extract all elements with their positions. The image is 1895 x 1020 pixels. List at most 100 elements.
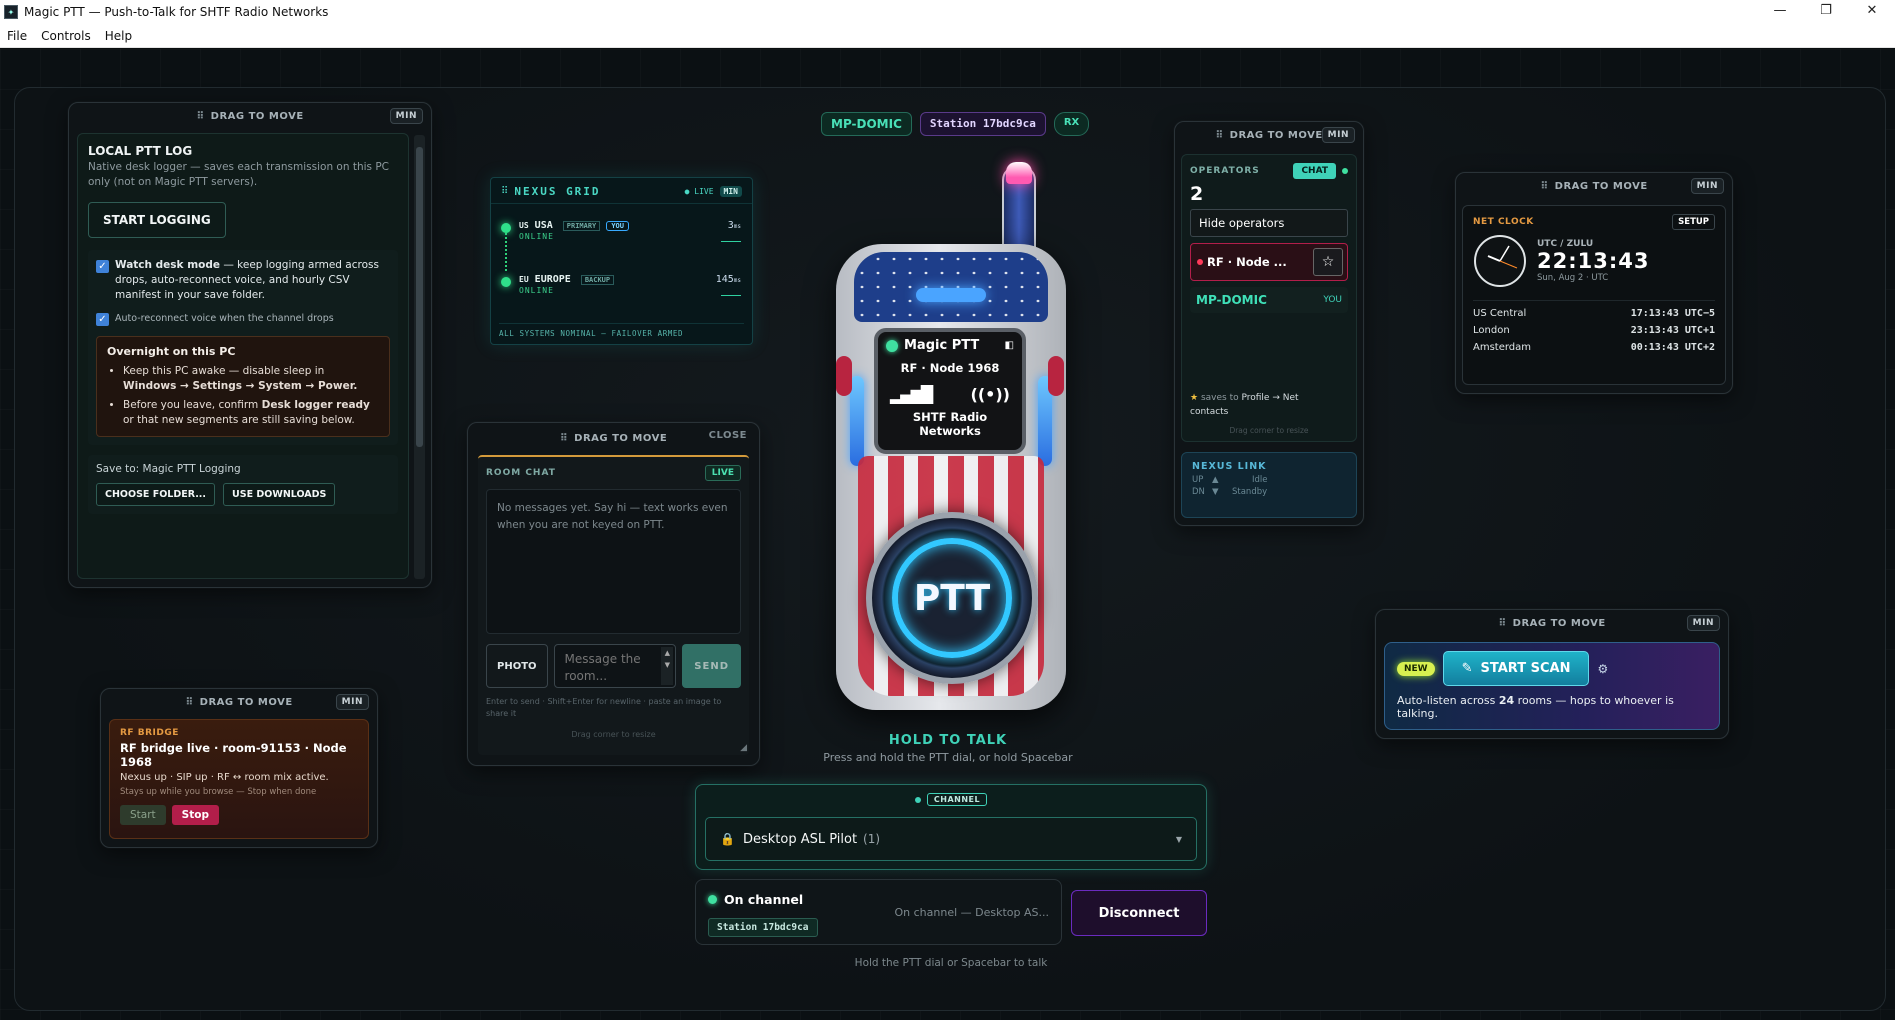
operator-row-rf-node[interactable]: RF · Node ... ☆ — [1190, 243, 1348, 281]
lock-icon: 🔒 — [720, 832, 735, 846]
nexus-min-button[interactable]: MIN — [719, 186, 742, 197]
choose-folder-button[interactable]: CHOOSE FOLDER... — [96, 483, 216, 506]
use-downloads-button[interactable]: USE DOWNLOADS — [223, 483, 336, 506]
rf-bridge-note: Stays up while you browse — Stop when do… — [120, 787, 317, 797]
min-button[interactable]: MIN — [1686, 615, 1720, 631]
radio-screen: Magic PTT ◧ RF · Node 1968 ▂▄▆█ ((•)) SH… — [874, 328, 1026, 454]
minimize-button[interactable]: — — [1757, 0, 1803, 24]
auto-reconnect-row[interactable]: ✓ Auto-reconnect voice when the channel … — [96, 311, 390, 326]
channel-panel: CHANNEL 🔒 Desktop ASL Pilot (1) ▼ — [695, 784, 1207, 870]
window-title: Magic PTT — Push-to-Talk for SHTF Radio … — [24, 5, 329, 19]
star-icon[interactable]: ☆ — [1313, 248, 1343, 276]
scan-settings-gear-icon[interactable]: ⚙ — [1597, 662, 1608, 676]
ptt-dial[interactable]: PTT — [866, 512, 1038, 684]
drag-handle[interactable]: ⠿ DRAG TO MOVE MIN — [101, 689, 377, 715]
broadcast-icon: ((•)) — [970, 385, 1010, 404]
window-titlebar: ✦ Magic PTT — Push-to-Talk for SHTF Radi… — [0, 0, 1895, 24]
scan-description: Auto-listen across 24 rooms — hops to wh… — [1397, 694, 1674, 720]
start-logging-button[interactable]: START LOGGING — [88, 202, 226, 238]
screen-mic-icon: ◧ — [1004, 340, 1014, 351]
chat-messages-area: No messages yet. Say hi — text works eve… — [486, 489, 741, 634]
net-clock-setup-button[interactable]: SETUP — [1672, 214, 1715, 230]
rf-bridge-start-button[interactable]: Start — [120, 805, 166, 825]
drag-handle[interactable]: ⠿ DRAG TO MOVE MIN — [1456, 173, 1732, 199]
close-chat-button[interactable]: CLOSE — [709, 430, 747, 441]
min-button[interactable]: MIN — [1321, 127, 1355, 143]
start-scan-button[interactable]: ✎ START SCAN — [1442, 651, 1590, 686]
net-clock-panel: ⠿ DRAG TO MOVE MIN NET CLOCK SETUP UTC / … — [1455, 172, 1733, 394]
auto-reconnect-label: Auto-reconnect voice when the channel dr… — [115, 313, 334, 324]
grip-icon: ⠿ — [1498, 617, 1507, 629]
scrollbar-thumb[interactable] — [416, 147, 423, 447]
room-chat-body: ROOM CHAT LIVE No messages yet. Say hi —… — [478, 455, 749, 755]
timezone-row: Amsterdam 00:13:43 UTC+2 — [1473, 342, 1715, 353]
grip-icon: ⠿ — [196, 110, 205, 122]
watch-desk-checkbox[interactable]: ✓ — [96, 260, 109, 273]
hold-to-talk-subtitle: Press and hold the PTT dial, or hold Spa… — [823, 751, 1073, 764]
resize-grip-icon[interactable]: ◢ — [740, 743, 747, 753]
primary-tag: PRIMARY — [562, 221, 601, 231]
node-europe[interactable]: EU EUROPE BACKUP ONLINE 145ms — [501, 274, 741, 296]
drag-label: DRAG TO MOVE — [1554, 180, 1648, 192]
min-button[interactable]: MIN — [1690, 178, 1724, 194]
channel-dot — [914, 796, 921, 803]
min-button[interactable]: MIN — [389, 108, 423, 124]
online-dot — [1342, 168, 1348, 174]
nexus-footer: ALL SYSTEMS NOMINAL — FAILOVER ARMED — [499, 323, 744, 338]
channel-name: Desktop ASL Pilot — [742, 831, 858, 847]
operators-count: 2 — [1190, 183, 1204, 205]
overnight-box: Overnight on this PC Keep this PC awake … — [96, 336, 390, 437]
drag-handle[interactable]: ⠿ DRAG TO MOVE MIN — [1175, 122, 1363, 148]
link-dn-state: Standby — [1232, 487, 1268, 497]
input-stepper[interactable]: ▲ ▼ — [661, 647, 674, 685]
send-button[interactable]: SEND — [682, 644, 741, 688]
operator-row-self[interactable]: MP-DOMIC YOU — [1190, 287, 1348, 313]
min-button[interactable]: MIN — [335, 694, 369, 710]
drag-handle[interactable]: ⠿ DRAG TO MOVE MIN — [1376, 610, 1728, 636]
on-channel-dot — [708, 895, 717, 904]
net-clock-time: 22:13:43 — [1537, 249, 1650, 273]
rf-bridge-stop-button[interactable]: Stop — [171, 805, 219, 825]
local-log-scrollbar[interactable] — [414, 135, 425, 579]
watch-desk-row[interactable]: ✓ Watch desk mode — keep logging armed a… — [96, 258, 390, 303]
link-up-state: Idle — [1252, 475, 1268, 485]
self-you-tag: YOU — [1323, 295, 1342, 305]
hide-operators-button[interactable]: Hide operators — [1190, 209, 1348, 237]
watch-options: ✓ Watch desk mode — keep logging armed a… — [88, 250, 398, 445]
down-arrow-icon: ▼ — [1212, 487, 1219, 497]
usa-status: ONLINE — [519, 232, 554, 241]
chat-message-input[interactable] — [554, 645, 676, 687]
scan-panel: ⠿ DRAG TO MOVE MIN NEW ✎ START SCAN ⚙ Auto… — [1375, 609, 1729, 739]
channel-status-box: On channel Station 17bdc9ca On channel —… — [695, 879, 1062, 945]
drag-handle[interactable]: ⠿ DRAG TO MOVE MIN — [69, 103, 431, 129]
header-tags: MP-DOMIC Station 17bdc9ca RX — [821, 112, 1090, 136]
operators-title: OPERATORS — [1190, 166, 1260, 176]
grip-icon[interactable]: ⠿ — [501, 186, 508, 197]
drag-label: DRAG TO MOVE — [574, 432, 668, 444]
drag-handle[interactable]: ⠿ DRAG TO MOVE CLOSE — [468, 423, 759, 453]
close-window-button[interactable]: ✕ — [1849, 0, 1895, 24]
menu-file[interactable]: File — [0, 29, 34, 43]
channel-select[interactable]: 🔒 Desktop ASL Pilot (1) ▼ — [705, 817, 1197, 861]
operators-resize-hint: Drag corner to resize — [1229, 426, 1309, 435]
restore-button[interactable]: ❐ — [1803, 0, 1849, 24]
node-usa[interactable]: US USA PRIMARY YOU ONLINE 3ms — [501, 220, 741, 242]
menu-help[interactable]: Help — [98, 29, 139, 43]
left-red-button[interactable] — [836, 356, 852, 396]
right-red-button[interactable] — [1048, 356, 1064, 396]
overnight-title: Overnight on this PC — [107, 345, 236, 358]
disconnect-button[interactable]: Disconnect — [1071, 890, 1207, 936]
photo-button[interactable]: PHOTO — [486, 644, 548, 688]
grip-icon: ⠿ — [559, 432, 569, 444]
net-clock-body: NET CLOCK SETUP UTC / ZULU 22:13:43 Sun,… — [1462, 205, 1726, 385]
screen-network: SHTF Radio Networks — [912, 410, 988, 438]
nexus-link-title: NEXUS LINK — [1192, 461, 1267, 472]
operators-chat-button[interactable]: CHAT — [1293, 163, 1336, 179]
status-dot — [501, 277, 511, 287]
callsign-tag: MP-DOMIC — [821, 112, 912, 136]
menu-controls[interactable]: Controls — [34, 29, 98, 43]
auto-reconnect-checkbox[interactable]: ✓ — [96, 313, 109, 326]
local-log-title: LOCAL PTT LOG — [88, 144, 193, 158]
hold-to-talk: HOLD TO TALK Press and hold the PTT dial… — [818, 733, 1078, 764]
grip-icon: ⠿ — [185, 696, 194, 708]
